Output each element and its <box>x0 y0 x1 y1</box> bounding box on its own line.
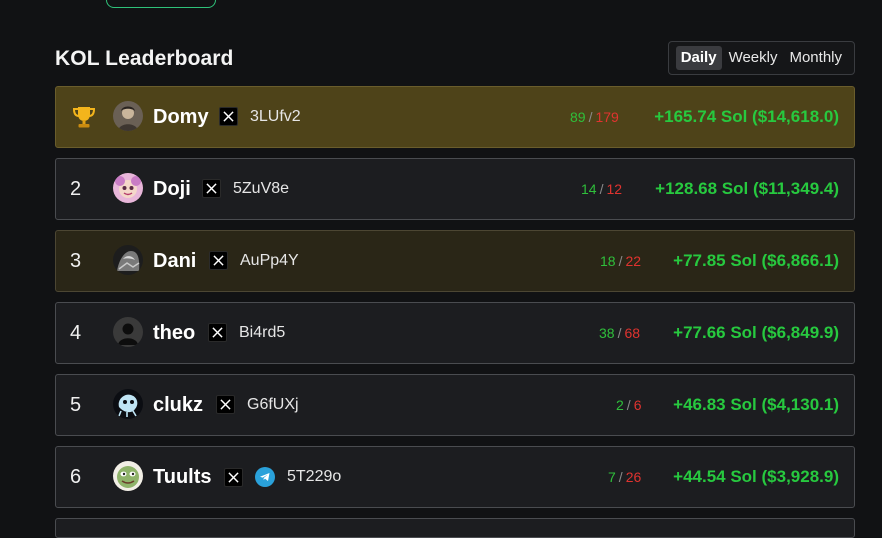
rank-number: 4 <box>70 321 82 344</box>
avatar[interactable] <box>113 317 143 347</box>
losses-count: 22 <box>625 253 642 269</box>
wallet-address[interactable]: Bi4rd5 <box>239 324 285 342</box>
tab-weekly[interactable]: Weekly <box>724 46 783 70</box>
leaderboard-row[interactable]: 4 theo Bi4rd5 38/68 +77.66 Sol ($6,849.9… <box>55 302 855 364</box>
x-icon[interactable] <box>224 467 243 487</box>
page-title: KOL Leaderboard <box>55 47 234 70</box>
x-icon[interactable] <box>209 251 228 270</box>
avatar[interactable] <box>113 245 143 275</box>
avatar[interactable] <box>113 389 143 419</box>
trader-name[interactable]: Dani <box>153 231 196 291</box>
wins-count: 2 <box>616 397 624 413</box>
leaderboard-row[interactable]: Domy 3LUfv2 89/179 +165.74 Sol ($14,618.… <box>55 86 855 148</box>
wins-count: 7 <box>608 469 616 485</box>
tab-monthly[interactable]: Monthly <box>784 46 847 70</box>
social-links: 5ZuV8e <box>202 179 289 198</box>
x-icon[interactable] <box>202 179 221 198</box>
social-links: G6fUXj <box>216 395 299 414</box>
leaderboard-row[interactable]: 3 Dani AuPp4Y 18/22 +77.85 Sol ($6,866.1… <box>55 230 855 292</box>
trader-name[interactable]: theo <box>153 303 195 363</box>
rank-number: 6 <box>70 465 82 488</box>
wins-count: 89 <box>570 109 586 125</box>
wallet-address[interactable]: 5ZuV8e <box>233 180 289 198</box>
wins-count: 14 <box>581 181 597 197</box>
win-loss-stats: 2/6 <box>616 397 642 413</box>
trophy-icon <box>72 107 96 128</box>
wallet-address[interactable]: 5T229o <box>287 468 341 486</box>
leaderboard-row[interactable]: 2 Doji 5ZuV8e 14/12 +128.68 Sol ($11,349… <box>55 158 855 220</box>
avatar[interactable] <box>113 461 143 491</box>
avatar[interactable] <box>113 173 143 203</box>
tab-daily[interactable]: Daily <box>675 46 722 70</box>
social-links: 3LUfv2 <box>219 107 301 126</box>
losses-count: 6 <box>633 397 642 413</box>
rank-number: 2 <box>70 177 82 200</box>
period-tabs: Daily Weekly Monthly <box>667 41 855 75</box>
win-loss-stats: 38/68 <box>599 325 641 341</box>
pnl-value: +44.54 Sol ($3,928.9) <box>673 467 839 486</box>
leaderboard-header: KOL Leaderboard Daily Weekly Monthly <box>55 41 855 75</box>
leaderboard-row[interactable]: 5 clukz G6fUXj 2/6 +46.83 Sol ($4,130.1) <box>55 374 855 436</box>
wallet-address[interactable]: AuPp4Y <box>240 252 299 270</box>
win-loss-stats: 14/12 <box>581 181 623 197</box>
pnl-value: +128.68 Sol ($11,349.4) <box>655 179 839 198</box>
x-icon[interactable] <box>208 323 227 342</box>
pnl-value: +46.83 Sol ($4,130.1) <box>673 395 839 414</box>
trader-name[interactable]: clukz <box>153 375 203 435</box>
win-loss-stats: 7/26 <box>608 469 642 485</box>
trader-name[interactable]: Tuults <box>153 447 212 507</box>
pnl-value: +165.74 Sol ($14,618.0) <box>654 107 839 126</box>
wallet-address[interactable]: 3LUfv2 <box>250 108 301 126</box>
win-loss-stats: 18/22 <box>600 253 642 269</box>
rank-number: 5 <box>70 393 82 416</box>
trader-name[interactable]: Domy <box>153 87 209 147</box>
top-pill-button[interactable] <box>106 0 216 8</box>
social-links: Bi4rd5 <box>208 323 285 342</box>
losses-count: 26 <box>625 469 642 485</box>
x-icon[interactable] <box>219 107 238 126</box>
pnl-value: +77.66 Sol ($6,849.9) <box>673 323 839 342</box>
trader-name[interactable]: Doji <box>153 159 191 219</box>
wins-count: 18 <box>600 253 616 269</box>
social-links: 5T229o <box>224 467 341 487</box>
wallet-address[interactable]: G6fUXj <box>247 396 299 414</box>
leaderboard-row[interactable] <box>55 518 855 538</box>
win-loss-stats: 89/179 <box>570 109 619 125</box>
wins-count: 38 <box>599 325 615 341</box>
social-links: AuPp4Y <box>209 251 299 270</box>
x-icon[interactable] <box>216 395 235 414</box>
avatar[interactable] <box>113 101 143 131</box>
leaderboard-row[interactable]: 6 Tuults 5T229o 7/26 +44.54 Sol ($3,928.… <box>55 446 855 508</box>
losses-count: 68 <box>624 325 641 341</box>
losses-count: 179 <box>595 109 619 125</box>
rank-number: 3 <box>70 249 82 272</box>
leaderboard-list: Domy 3LUfv2 89/179 +165.74 Sol ($14,618.… <box>55 86 855 518</box>
telegram-icon[interactable] <box>255 467 275 487</box>
losses-count: 12 <box>606 181 623 197</box>
pnl-value: +77.85 Sol ($6,866.1) <box>673 251 839 270</box>
